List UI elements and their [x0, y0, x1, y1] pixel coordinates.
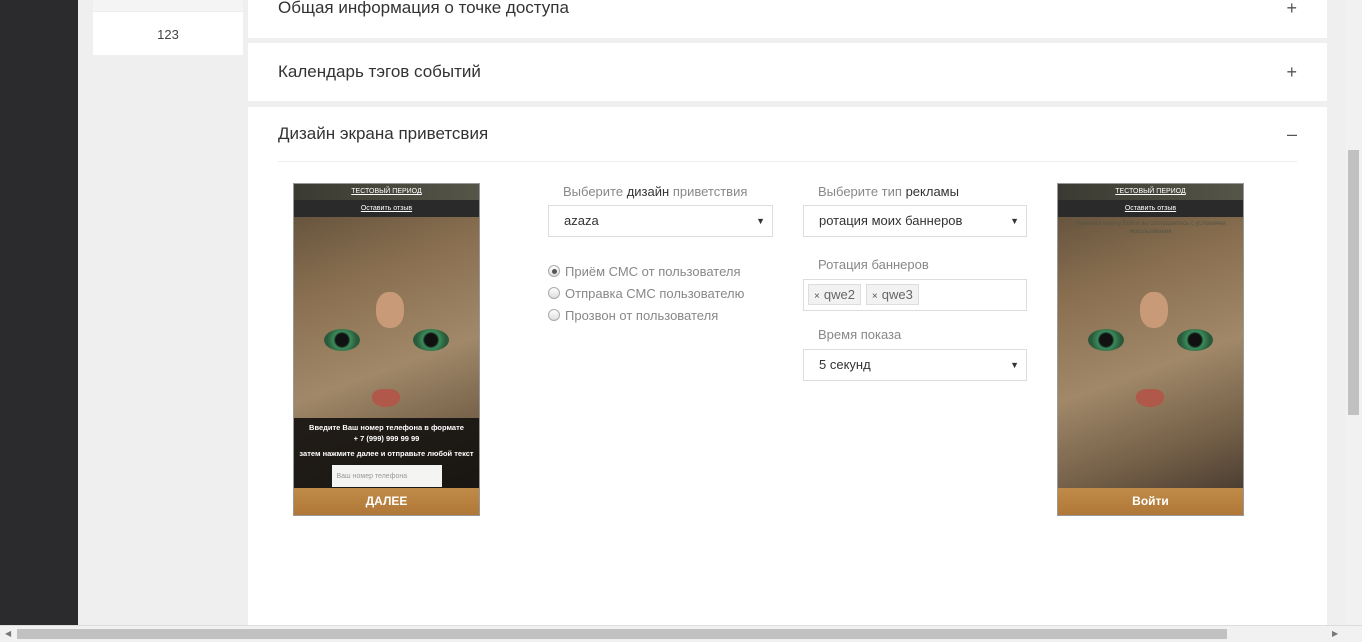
scrollbar-thumb[interactable]: [17, 629, 1227, 639]
trial-link[interactable]: ТЕСТОВЫЙ ПЕРИОД: [294, 184, 479, 200]
section-header[interactable]: Дизайн экрана приветсвия –: [278, 107, 1297, 162]
instruction-line: затем нажмите далее и отправьте любой те…: [299, 449, 474, 458]
tag-qwe2: × qwe2: [808, 284, 861, 305]
phone-instructions: Введите Ваш номер телефона в формате + 7…: [294, 418, 479, 490]
expand-icon[interactable]: +: [1286, 0, 1297, 19]
radio-sms-receive[interactable]: Приём СМС от пользователя: [548, 260, 744, 282]
scrollbar-thumb[interactable]: [1348, 150, 1359, 415]
design-select[interactable]: azaza ▼: [548, 205, 773, 237]
tag-qwe3: × qwe3: [865, 284, 919, 305]
next-button[interactable]: ДАЛЕЕ: [294, 488, 479, 515]
display-time-value: 5 секунд: [819, 357, 871, 372]
section-header[interactable]: Общая информация о точке доступа +: [248, 0, 1327, 26]
collapse-icon[interactable]: –: [1287, 124, 1297, 145]
rotation-label: Ротация баннеров: [818, 257, 929, 272]
instruction-line: Введите Ваш номер телефона в формате: [309, 423, 464, 432]
dropdown-arrow-icon: ▼: [1010, 360, 1019, 370]
phone-input[interactable]: Ваш номер телефона: [331, 465, 442, 487]
radio-call[interactable]: Прозвон от пользователя: [548, 304, 744, 326]
radio-label: Приём СМС от пользователя: [565, 263, 741, 279]
design-select-value: azaza: [564, 213, 599, 228]
mode-radio-group: Приём СМС от пользователя Отправка СМС п…: [548, 260, 744, 326]
person-image: [1140, 292, 1168, 328]
display-time-select[interactable]: 5 секунд ▼: [803, 349, 1027, 381]
tag-label: qwe3: [881, 287, 913, 302]
section-welcome-design: Дизайн экрана приветсвия – ТЕСТОВЫЙ ПЕРИО…: [248, 107, 1327, 627]
welcome-preview-left: ТЕСТОВЫЙ ПЕРИОД Оставить отзыв Введите В…: [293, 183, 480, 516]
left-panel: 123: [93, 0, 243, 55]
login-button[interactable]: Войти: [1058, 488, 1243, 515]
terms-note: Нажимая кнопку Войти вы соглашаетесь с у…: [1075, 221, 1226, 235]
person-image: [376, 292, 404, 328]
scroll-right-icon[interactable]: ▶: [1332, 629, 1338, 638]
banner-tags-input[interactable]: × qwe2 × qwe3: [803, 279, 1027, 311]
ad-type-value: ротация моих баннеров: [819, 213, 963, 228]
design-label: Выберите дизайн приветствия: [563, 184, 748, 199]
left-panel-divider: [93, 0, 243, 12]
ad-type-label: Выберите тип рекламы: [818, 184, 959, 199]
cat-nose-image: [372, 389, 400, 407]
cat-nose-image: [1136, 389, 1164, 407]
trial-link[interactable]: ТЕСТОВЫЙ ПЕРИОД: [1058, 184, 1243, 200]
remove-tag-icon[interactable]: ×: [872, 291, 878, 302]
radio-unchecked-icon: [548, 309, 560, 321]
display-time-label: Время показа: [818, 327, 902, 342]
dropdown-arrow-icon: ▼: [1010, 216, 1019, 226]
tag-label: qwe2: [823, 287, 855, 302]
radio-sms-send[interactable]: Отправка СМС пользователю: [548, 282, 744, 304]
ad-type-select[interactable]: ротация моих баннеров ▼: [803, 205, 1027, 237]
scroll-left-icon[interactable]: ◀: [5, 629, 11, 638]
cat-eyes-image: [1088, 329, 1213, 351]
radio-label: Отправка СМС пользователю: [565, 285, 745, 301]
cat-eyes-image: [324, 329, 449, 351]
section-access-point-info: Общая информация о точке доступа +: [248, 0, 1327, 38]
instruction-phone-format: + 7 (999) 999 99 99: [353, 434, 420, 443]
feedback-link[interactable]: Оставить отзыв: [294, 200, 479, 217]
section-title: Общая информация о точке доступа: [278, 0, 569, 17]
feedback-link[interactable]: Оставить отзыв: [1058, 200, 1243, 217]
counter-item[interactable]: 123: [93, 12, 243, 42]
welcome-preview-right: ТЕСТОВЫЙ ПЕРИОД Оставить отзыв Нажимая к…: [1057, 183, 1244, 516]
section-title: Дизайн экрана приветсвия: [278, 124, 489, 143]
horizontal-scrollbar[interactable]: ◀ ▶: [0, 625, 1362, 642]
remove-tag-icon[interactable]: ×: [814, 291, 820, 302]
expand-icon[interactable]: +: [1286, 62, 1297, 83]
vertical-scrollbar[interactable]: [1345, 0, 1362, 625]
app-sidebar: [0, 0, 78, 625]
section-title: Календарь тэгов событий: [278, 62, 481, 81]
section-header[interactable]: Календарь тэгов событий +: [248, 43, 1327, 101]
section-event-tags-calendar: Календарь тэгов событий +: [248, 43, 1327, 101]
radio-unchecked-icon: [548, 287, 560, 299]
radio-checked-icon: [548, 265, 560, 277]
radio-label: Прозвон от пользователя: [565, 307, 719, 323]
dropdown-arrow-icon: ▼: [756, 216, 765, 226]
